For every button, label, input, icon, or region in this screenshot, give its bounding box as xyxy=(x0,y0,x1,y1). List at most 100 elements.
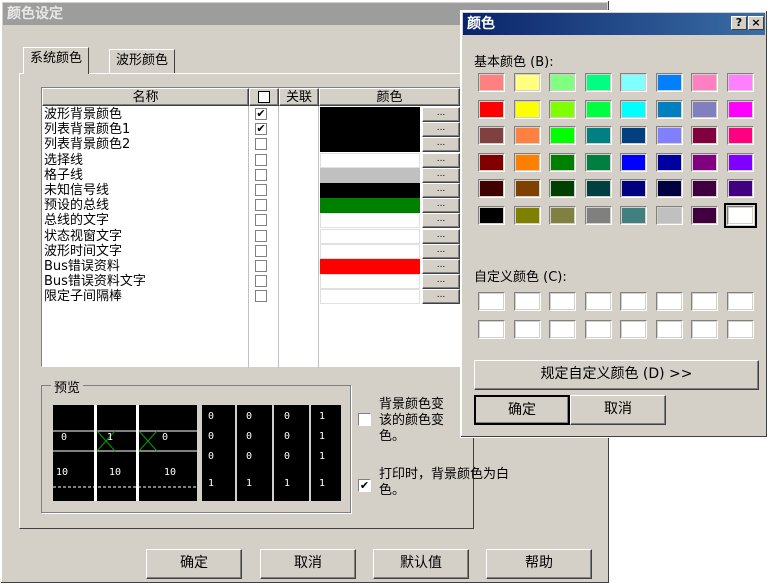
custom-color-swatch[interactable] xyxy=(620,320,647,339)
basic-color-swatch[interactable] xyxy=(726,73,754,92)
row-color-picker-button[interactable]: ... xyxy=(422,167,460,183)
basic-color-swatch[interactable] xyxy=(478,99,505,119)
row-color-swatch[interactable] xyxy=(320,107,420,122)
table-row[interactable]: 波形背景颜色 ✔... xyxy=(42,107,460,122)
basic-color-swatch[interactable] xyxy=(620,126,647,145)
basic-color-swatch[interactable] xyxy=(691,99,718,119)
basic-color-swatch[interactable] xyxy=(726,179,754,198)
row-color-swatch[interactable] xyxy=(320,289,420,305)
basic-color-swatch[interactable] xyxy=(584,205,612,225)
table-row[interactable]: 限定子间隔棒... xyxy=(42,289,460,305)
basic-color-swatch[interactable] xyxy=(478,152,505,172)
custom-color-swatch[interactable] xyxy=(549,320,576,339)
row-color-swatch[interactable] xyxy=(320,152,420,168)
row-link-checkbox[interactable] xyxy=(255,229,267,242)
table-row[interactable]: 列表背景颜色1 ✔... xyxy=(42,122,460,138)
row-color-swatch[interactable] xyxy=(320,198,420,214)
basic-color-swatch[interactable] xyxy=(726,126,754,145)
table-row[interactable]: 预设的总线... xyxy=(42,198,460,214)
basic-color-swatch[interactable] xyxy=(584,179,612,198)
custom-color-swatch[interactable] xyxy=(691,320,718,339)
define-custom-colors-button[interactable]: 规定自定义颜色 (D) >> xyxy=(474,360,759,390)
basic-color-swatch[interactable] xyxy=(584,99,612,119)
row-color-swatch[interactable] xyxy=(320,228,420,244)
basic-color-swatch[interactable] xyxy=(655,205,683,225)
row-color-picker-button[interactable]: ... xyxy=(422,259,460,274)
basic-color-swatch[interactable] xyxy=(620,99,647,119)
table-row[interactable]: Bus错误资料... xyxy=(42,259,460,274)
basic-color-swatch[interactable] xyxy=(478,205,505,225)
table-row[interactable]: Bus错误资料文字... xyxy=(42,274,460,290)
option-background-checkbox[interactable] xyxy=(358,413,371,426)
basic-color-swatch[interactable] xyxy=(655,99,683,119)
row-color-swatch[interactable] xyxy=(320,137,420,153)
row-color-swatch[interactable] xyxy=(320,213,420,229)
help-button[interactable]: 帮助 xyxy=(486,549,592,579)
picker-cancel-button[interactable]: 取消 xyxy=(570,395,666,425)
option-print-white-checkbox[interactable]: ✔ xyxy=(358,479,371,492)
basic-color-swatch[interactable] xyxy=(584,73,612,92)
color-list[interactable]: 名称 关联 颜色 波形背景颜色 ✔... 列表背景颜色1 ✔... 列表背景颜色2...… xyxy=(41,87,461,368)
row-link-checkbox[interactable] xyxy=(255,275,267,288)
row-color-swatch[interactable] xyxy=(320,183,420,198)
basic-color-swatch[interactable] xyxy=(478,73,505,92)
row-color-picker-button[interactable]: ... xyxy=(422,228,460,244)
ok-button[interactable]: 确定 xyxy=(146,549,242,579)
row-color-swatch[interactable] xyxy=(320,167,420,183)
custom-color-swatch[interactable] xyxy=(478,292,505,311)
basic-color-swatch[interactable] xyxy=(655,179,683,198)
row-color-picker-button[interactable]: ... xyxy=(422,152,460,168)
header-color[interactable]: 颜色 xyxy=(319,88,460,106)
tab-wave-colors[interactable]: 波形颜色 xyxy=(109,49,176,73)
basic-color-swatch[interactable] xyxy=(726,99,754,119)
basic-color-swatch[interactable] xyxy=(620,73,647,92)
basic-color-swatch[interactable] xyxy=(655,73,683,92)
custom-color-swatch[interactable] xyxy=(584,292,612,311)
row-link-checkbox[interactable] xyxy=(255,153,267,166)
row-color-picker-button[interactable]: ... xyxy=(422,289,460,305)
basic-color-swatch[interactable] xyxy=(691,205,718,225)
close-icon[interactable]: × xyxy=(748,16,764,30)
row-color-picker-button[interactable]: ... xyxy=(422,243,460,259)
basic-color-swatch[interactable] xyxy=(549,126,576,145)
table-row[interactable]: 列表背景颜色2... xyxy=(42,137,460,153)
basic-color-swatch[interactable] xyxy=(478,126,505,145)
basic-color-swatch[interactable] xyxy=(513,152,541,172)
row-color-picker-button[interactable]: ... xyxy=(422,107,460,122)
custom-color-swatch[interactable] xyxy=(655,292,683,311)
basic-color-swatch[interactable] xyxy=(620,205,647,225)
basic-color-swatch[interactable] xyxy=(478,179,505,198)
custom-color-swatch[interactable] xyxy=(478,320,505,339)
row-color-picker-button[interactable]: ... xyxy=(422,183,460,198)
basic-color-swatch[interactable] xyxy=(549,179,576,198)
custom-color-swatch[interactable] xyxy=(584,320,612,339)
help-icon[interactable]: ? xyxy=(731,16,747,30)
row-link-checkbox[interactable] xyxy=(255,260,267,272)
row-color-picker-button[interactable]: ... xyxy=(422,137,460,153)
basic-color-swatch[interactable] xyxy=(655,126,683,145)
basic-color-swatch[interactable] xyxy=(620,152,647,172)
select-all-checkbox[interactable] xyxy=(258,91,270,103)
custom-color-swatch[interactable] xyxy=(691,292,718,311)
basic-color-swatch[interactable] xyxy=(584,152,612,172)
row-link-checkbox[interactable] xyxy=(255,168,267,181)
header-link[interactable]: 关联 xyxy=(279,88,319,106)
row-color-swatch[interactable] xyxy=(320,259,420,274)
custom-color-swatch[interactable] xyxy=(726,292,754,311)
row-color-picker-button[interactable]: ... xyxy=(422,122,460,138)
basic-color-swatch[interactable] xyxy=(584,126,612,145)
custom-color-swatch[interactable] xyxy=(513,320,541,339)
custom-color-swatch[interactable] xyxy=(726,320,754,339)
basic-color-swatch[interactable] xyxy=(549,99,576,119)
basic-color-swatch[interactable] xyxy=(620,179,647,198)
custom-color-swatch[interactable] xyxy=(513,292,541,311)
custom-color-swatch[interactable] xyxy=(620,292,647,311)
row-link-checkbox[interactable] xyxy=(255,214,267,227)
row-color-picker-button[interactable]: ... xyxy=(422,274,460,290)
row-link-checkbox[interactable]: ✔ xyxy=(255,108,267,120)
basic-color-swatch[interactable] xyxy=(513,73,541,92)
basic-color-swatch[interactable] xyxy=(513,126,541,145)
row-color-swatch[interactable] xyxy=(320,122,420,138)
row-link-checkbox[interactable] xyxy=(255,199,267,212)
basic-color-swatch[interactable] xyxy=(691,73,718,92)
